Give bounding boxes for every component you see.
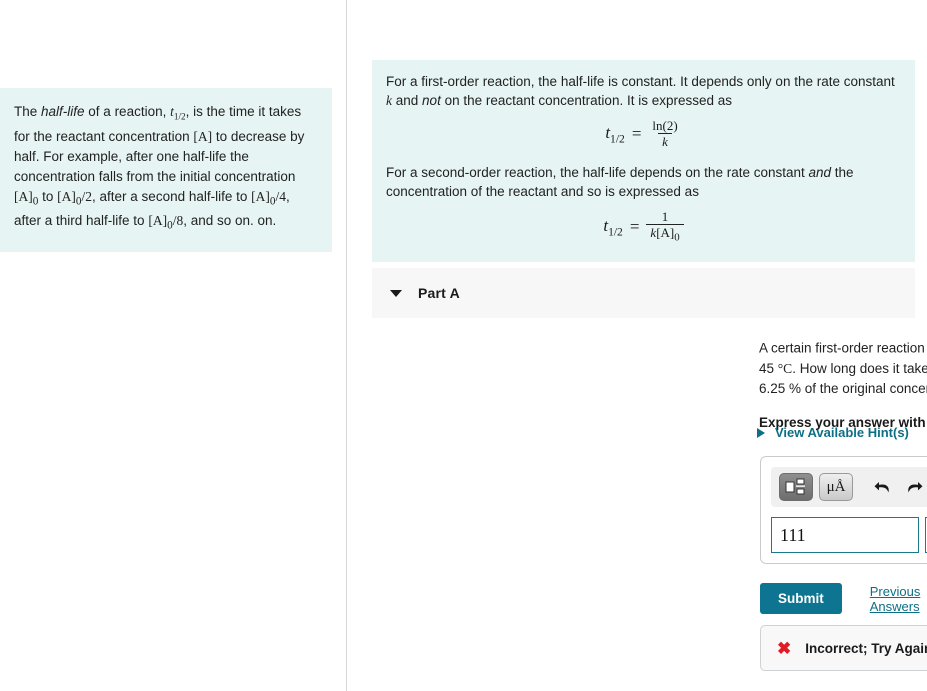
answer-fields: 111 s	[771, 517, 927, 553]
question-text: A certain first-order reaction (A→produc…	[759, 334, 927, 399]
part-a-header[interactable]: Part A	[372, 268, 915, 318]
question-seg1: A certain first-order reaction (	[759, 340, 927, 356]
question-block: A certain first-order reaction (A→produc…	[759, 334, 927, 430]
answer-card: μÅ 111	[760, 456, 927, 564]
units-tool-button[interactable]: μÅ	[819, 473, 853, 501]
formula-info-block: For a first-order reaction, the half-lif…	[372, 60, 915, 263]
temperature-unit: °C	[777, 360, 793, 376]
t-half-symbol: t1/2	[170, 104, 186, 122]
left-info-text: The half-life of a reaction, t1/2, is th…	[14, 104, 305, 233]
equation1-fraction: ln(2) k	[648, 118, 681, 149]
equation2-equals: =	[629, 217, 640, 237]
error-x-icon: ✖	[777, 638, 792, 658]
view-hints-label: View Available Hint(s)	[775, 425, 909, 440]
template-tool-button[interactable]	[779, 473, 813, 501]
left-info-panel: The half-life of a reaction, t1/2, is th…	[0, 88, 332, 253]
chevron-down-icon[interactable]	[390, 289, 402, 297]
submit-button[interactable]: Submit	[760, 583, 842, 614]
redo-icon[interactable]	[901, 474, 927, 500]
view-hints-link[interactable]: View Available Hint(s)	[757, 425, 909, 440]
conc-a0-symbol: [A]0	[14, 188, 39, 208]
first-order-equation: t1/2 = ln(2) k	[386, 118, 901, 149]
equation1-equals: =	[631, 124, 642, 144]
chevron-right-icon[interactable]	[757, 427, 765, 438]
not-emphasis: not	[422, 93, 441, 108]
page-root: The half-life of a reaction, t1/2, is th…	[0, 0, 927, 691]
rate-constant-k-symbol: k	[386, 93, 392, 108]
conc-a-symbol: [A]	[193, 128, 213, 144]
and-emphasis: and	[808, 165, 832, 181]
fraction-template-icon	[785, 478, 805, 495]
second-order-line1a: For a second-order reaction, the half-li…	[386, 165, 809, 181]
undo-icon[interactable]	[869, 474, 895, 500]
half-life-emphasis: half-life	[41, 104, 85, 119]
conc-a0-eighth: [A]0/8	[148, 213, 184, 233]
question-seg5: . How long does it take for the concentr…	[792, 360, 927, 376]
units-tool-label: μÅ	[826, 478, 846, 495]
submit-row: Submit Previous Answers	[760, 583, 927, 614]
equation2-numerator: 1	[661, 209, 669, 225]
feedback-banner: ✖ Incorrect; Try Again; One attempt rema…	[760, 625, 927, 671]
part-a-title: Part A	[418, 285, 460, 301]
answer-value-input[interactable]: 111	[771, 517, 919, 553]
equation2-denominator: k[A]0	[646, 224, 684, 244]
first-order-line2b: on the reactant concentration. It is exp…	[440, 93, 732, 108]
equation2-fraction: 1 k[A]0	[646, 209, 684, 244]
first-order-line1a: For a first-order reaction, the half-lif…	[386, 74, 895, 89]
first-order-description: For a first-order reaction, the half-lif…	[386, 72, 901, 110]
previous-answers-link[interactable]: Previous Answers	[870, 584, 927, 614]
second-order-line1b: the	[831, 165, 854, 181]
math-toolbar: μÅ	[771, 467, 927, 507]
equation1-lhs: t1/2	[605, 122, 625, 146]
conc-a0-quarter: [A]0/4	[251, 188, 287, 208]
second-order-description: For a second-order reaction, the half-li…	[386, 163, 901, 201]
second-order-line2: concentration of the reactant and so is …	[386, 184, 699, 200]
equation2-lhs: t1/2	[603, 216, 623, 239]
second-order-equation: t1/2 = 1 k[A]0	[386, 210, 901, 244]
equation1-numerator: ln(2)	[652, 118, 678, 133]
first-order-line2a: and	[395, 93, 423, 108]
equation1-denominator: k	[658, 133, 672, 149]
feedback-message: Incorrect; Try Again; One attempt remain…	[805, 640, 927, 656]
right-column: For a first-order reaction, the half-lif…	[347, 0, 927, 691]
conc-a0-half: [A]0/2	[57, 188, 93, 208]
